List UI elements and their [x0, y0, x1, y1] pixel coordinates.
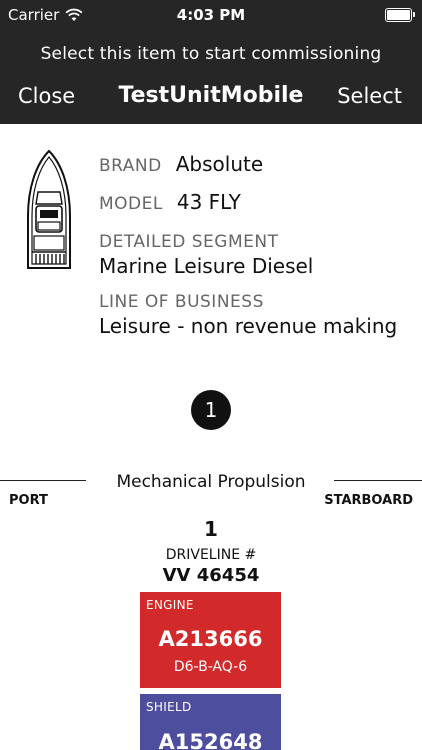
segment-value: Marine Leisure Diesel: [99, 254, 314, 278]
status-bar: Carrier 4:03 PM: [0, 0, 422, 30]
port-label: PORT: [9, 493, 48, 508]
model-label: MODEL: [99, 194, 163, 214]
segment-label: DETAILED SEGMENT: [99, 232, 279, 252]
brand-value: Absolute: [175, 152, 264, 176]
segment-row: DETAILED SEGMENT Marine Leisure Diesel: [99, 232, 419, 278]
count-badge: 1: [191, 390, 231, 430]
shield-label: SHIELD: [146, 700, 192, 714]
shield-code: A152648: [158, 730, 263, 750]
starboard-label: STARBOARD: [324, 493, 413, 508]
engine-code: A213666: [158, 627, 263, 651]
business-row: LINE OF BUSINESS Leisure - non revenue m…: [99, 292, 419, 338]
business-label: LINE OF BUSINESS: [99, 292, 264, 312]
model-value: 43 FLY: [176, 190, 241, 214]
engine-label: ENGINE: [146, 598, 194, 612]
brand-label: BRAND: [99, 156, 162, 176]
engine-card[interactable]: ENGINE A213666 D6-B-AQ-6: [140, 592, 281, 688]
driveline-value: VV 46454: [162, 565, 260, 586]
header-subtitle: Select this item to start commissioning: [40, 44, 382, 64]
battery-icon: [385, 8, 415, 22]
engine-model: D6-B-AQ-6: [173, 659, 248, 675]
status-time: 4:03 PM: [176, 6, 246, 24]
close-button[interactable]: Close: [18, 84, 75, 108]
brand-row: BRAND Absolute: [99, 152, 419, 190]
select-button[interactable]: Select: [337, 84, 402, 108]
driveline-label: DRIVELINE #: [165, 547, 257, 563]
unit-info: BRAND Absolute MODEL 43 FLY DETAILED SEG…: [99, 152, 419, 338]
boat-icon: [27, 149, 71, 269]
shield-card[interactable]: SHIELD A152648: [140, 694, 281, 750]
model-row: MODEL 43 FLY: [99, 190, 419, 228]
propulsion-title: Mechanical Propulsion: [116, 472, 306, 492]
header: Carrier 4:03 PM Select this item to star…: [0, 0, 422, 124]
business-value: Leisure - non revenue making: [99, 314, 398, 338]
nav-bar: Close TestUnitMobile Select: [0, 83, 422, 114]
driveline-number: 1: [204, 517, 218, 541]
